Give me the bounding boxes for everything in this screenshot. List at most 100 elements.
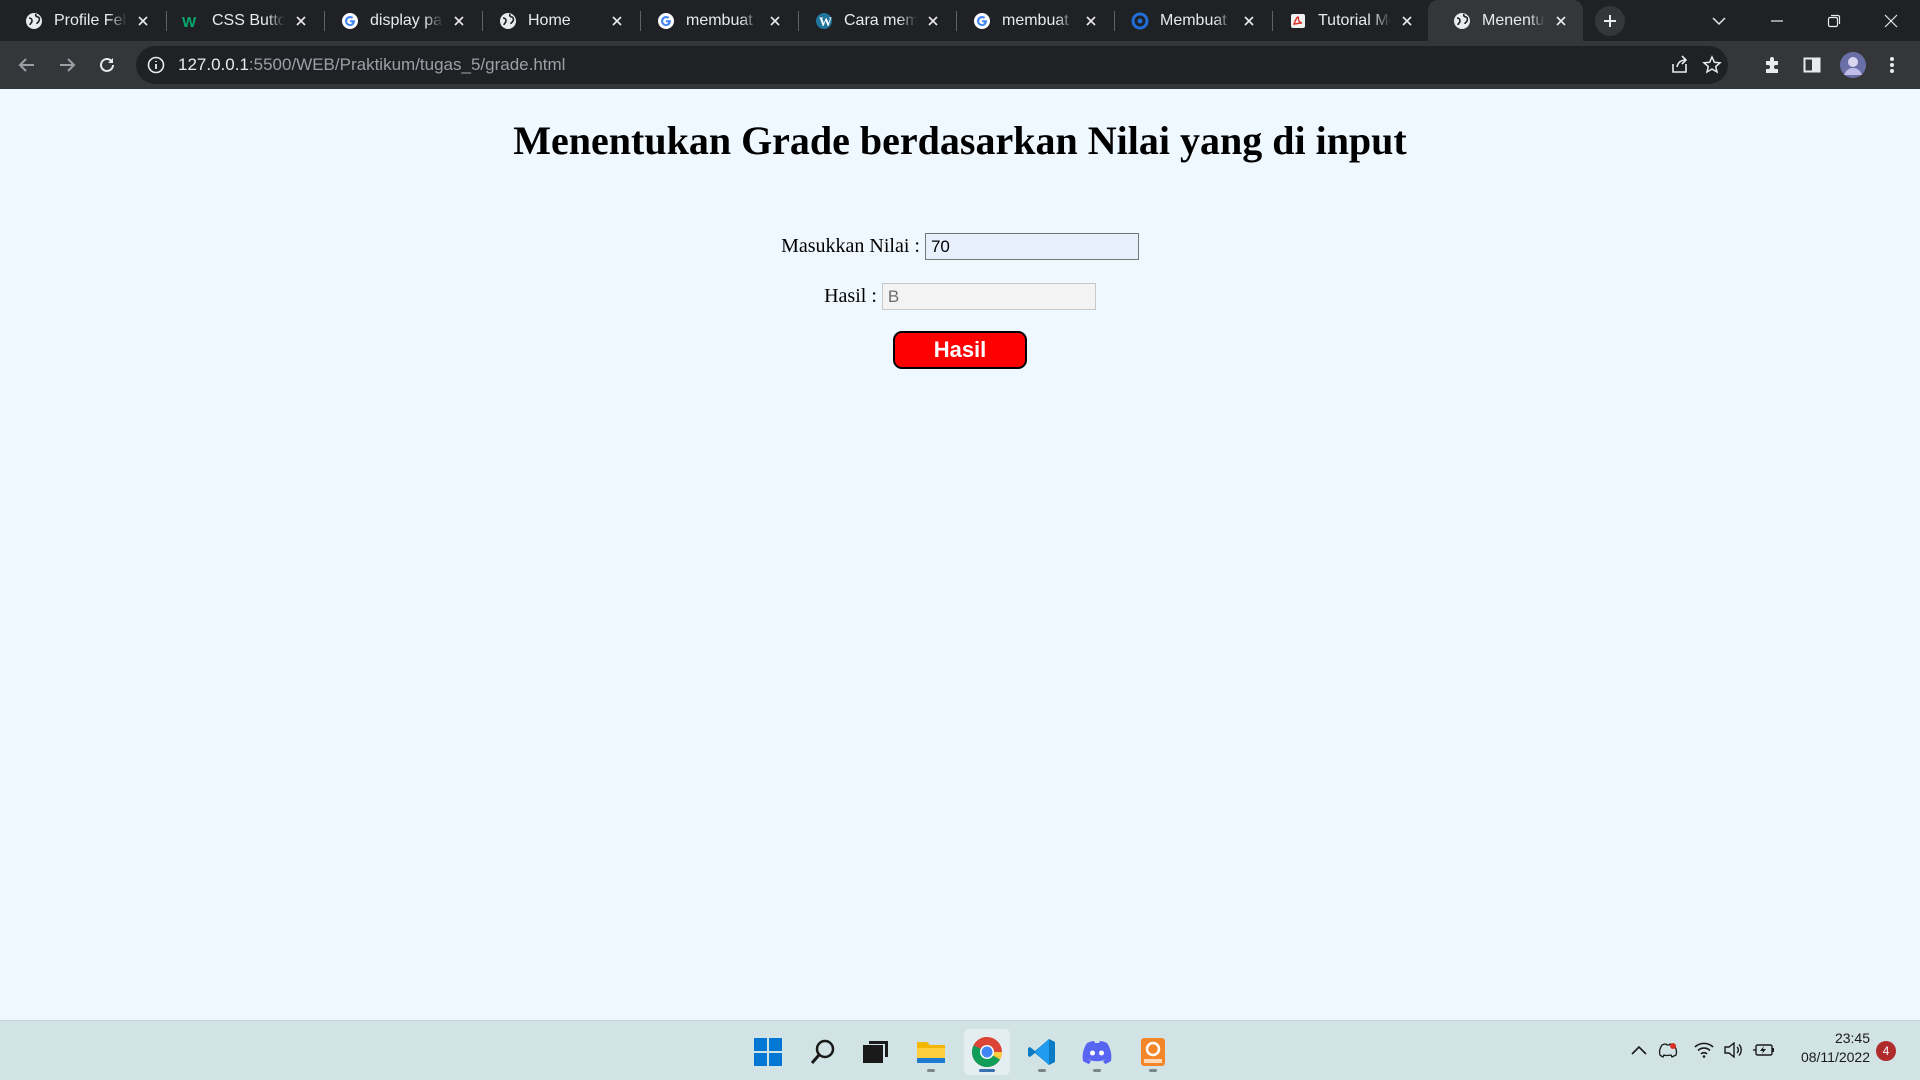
tab-membuat-e[interactable]: Membuat E <box>1106 0 1271 41</box>
tab-title: Tutorial Me <box>1318 11 1391 29</box>
volume-button[interactable] <box>1722 1039 1744 1061</box>
discord-tray-button[interactable] <box>1657 1039 1679 1061</box>
svg-text:W: W <box>182 14 197 29</box>
windows-taskbar: 23:45 08/11/2022 4 <box>0 1020 1920 1080</box>
tab-home[interactable]: Home <box>474 0 639 41</box>
tab-css-button[interactable]: W CSS Button <box>158 0 323 41</box>
close-window-button[interactable] <box>1862 0 1920 41</box>
tab-title: Profile Febr <box>54 11 127 29</box>
close-icon[interactable] <box>765 11 785 31</box>
pdf-app-icon <box>1141 1038 1165 1066</box>
close-icon[interactable] <box>1397 11 1417 31</box>
menu-button[interactable] <box>1877 50 1907 80</box>
url-path: :5500/WEB/Praktikum/tugas_5/grade.html <box>248 55 566 74</box>
running-indicator <box>1038 1069 1046 1072</box>
restore-button[interactable] <box>1805 0 1863 41</box>
tab-strip: Profile Febr W CSS Button display pad Ho… <box>0 0 1920 41</box>
tab-menentukan-active[interactable]: Menentuka <box>1428 0 1583 41</box>
arrow-right-icon <box>60 58 76 72</box>
page-title: Menentukan Grade berdasarkan Nilai yang … <box>513 118 1407 163</box>
svg-text:W: W <box>819 14 832 29</box>
circle-logo-icon <box>1130 11 1150 31</box>
button-row: Hasil <box>0 331 1920 369</box>
running-indicator <box>1149 1069 1157 1072</box>
file-explorer-button[interactable] <box>908 1029 954 1075</box>
share-icon[interactable] <box>1670 55 1690 75</box>
close-icon <box>1884 14 1898 27</box>
browser-toolbar: 127.0.0.1:5500/WEB/Praktikum/tugas_5/gra… <box>0 41 1920 89</box>
globe-icon <box>1452 11 1472 31</box>
nilai-row: Masukkan Nilai : <box>0 233 1920 260</box>
running-indicator <box>979 1069 995 1072</box>
task-view-button[interactable] <box>852 1029 898 1075</box>
battery-button[interactable] <box>1753 1039 1775 1061</box>
vscode-icon <box>1028 1039 1055 1065</box>
back-button[interactable] <box>12 50 42 80</box>
chevron-down-icon <box>1712 16 1726 25</box>
tab-display-pad[interactable]: display pad <box>316 0 481 41</box>
close-icon[interactable] <box>1551 11 1571 31</box>
wifi-icon <box>1694 1042 1714 1058</box>
url-host: 127.0.0.1 <box>178 55 249 74</box>
side-panel-button[interactable] <box>1797 50 1827 80</box>
tab-profile[interactable]: Profile Febr <box>0 0 165 41</box>
close-icon[interactable] <box>291 11 311 31</box>
hasil-output[interactable] <box>881 283 1096 310</box>
forward-button[interactable] <box>52 50 82 80</box>
bookmark-star-icon[interactable] <box>1702 55 1722 75</box>
hasil-label: Hasil : <box>824 285 877 307</box>
tab-title: display pad <box>370 11 443 29</box>
hasil-button[interactable]: Hasil <box>893 331 1027 369</box>
google-icon <box>656 11 676 31</box>
search-icon <box>810 1039 835 1064</box>
file-explorer-icon <box>917 1042 945 1063</box>
close-icon[interactable] <box>923 11 943 31</box>
close-icon[interactable] <box>607 11 627 31</box>
start-icon <box>754 1038 782 1066</box>
tab-tutorial[interactable]: Tutorial Me <box>1264 0 1429 41</box>
pdf-icon <box>1288 11 1308 31</box>
close-icon[interactable] <box>449 11 469 31</box>
tab-title: Menentuka <box>1482 11 1545 29</box>
show-hidden-icons-button[interactable] <box>1628 1039 1650 1061</box>
extensions-button[interactable] <box>1758 50 1788 80</box>
wifi-button[interactable] <box>1693 1039 1715 1061</box>
speaker-icon <box>1724 1042 1742 1058</box>
battery-charging-icon <box>1753 1044 1774 1056</box>
profile-avatar[interactable] <box>1838 50 1868 80</box>
address-bar[interactable]: 127.0.0.1:5500/WEB/Praktikum/tugas_5/gra… <box>136 46 1728 84</box>
chevron-up-icon <box>1631 1045 1647 1055</box>
search-button[interactable] <box>800 1029 846 1075</box>
tab-membuat-2[interactable]: membuat t <box>948 0 1113 41</box>
notification-badge[interactable]: 4 <box>1876 1041 1896 1061</box>
tab-title: CSS Button <box>212 11 285 29</box>
running-indicator <box>927 1069 935 1072</box>
page-content: Menentukan Grade berdasarkan Nilai yang … <box>0 89 1920 1020</box>
url-text: 127.0.0.1:5500/WEB/Praktikum/tugas_5/gra… <box>178 46 565 84</box>
minimize-button[interactable] <box>1748 0 1806 41</box>
hasil-row: Hasil : <box>0 283 1920 310</box>
w3-icon: W <box>182 11 202 31</box>
start-button[interactable] <box>745 1029 791 1075</box>
tab-membuat-1[interactable]: membuat t <box>632 0 797 41</box>
close-icon[interactable] <box>1081 11 1101 31</box>
tab-search-button[interactable] <box>1690 0 1748 41</box>
pdf-app-button[interactable] <box>1130 1029 1176 1075</box>
nilai-input[interactable] <box>924 233 1139 260</box>
new-tab-button[interactable] <box>1595 6 1625 36</box>
running-indicator <box>1093 1069 1101 1072</box>
system-clock[interactable]: 23:45 08/11/2022 <box>1782 1029 1870 1067</box>
tab-cara-memb[interactable]: W Cara memb <box>790 0 955 41</box>
wordpress-icon: W <box>814 11 834 31</box>
close-icon[interactable] <box>133 11 153 31</box>
side-panel-icon <box>1803 57 1821 73</box>
tab-title: membuat t <box>686 11 759 29</box>
reload-button[interactable] <box>92 50 122 80</box>
chrome-button[interactable] <box>964 1029 1010 1075</box>
close-icon[interactable] <box>1239 11 1259 31</box>
avatar-icon <box>1840 52 1866 78</box>
chrome-icon <box>972 1037 1002 1068</box>
vscode-button[interactable] <box>1019 1029 1065 1075</box>
discord-button[interactable] <box>1074 1029 1120 1075</box>
discord-icon <box>1082 1041 1112 1064</box>
